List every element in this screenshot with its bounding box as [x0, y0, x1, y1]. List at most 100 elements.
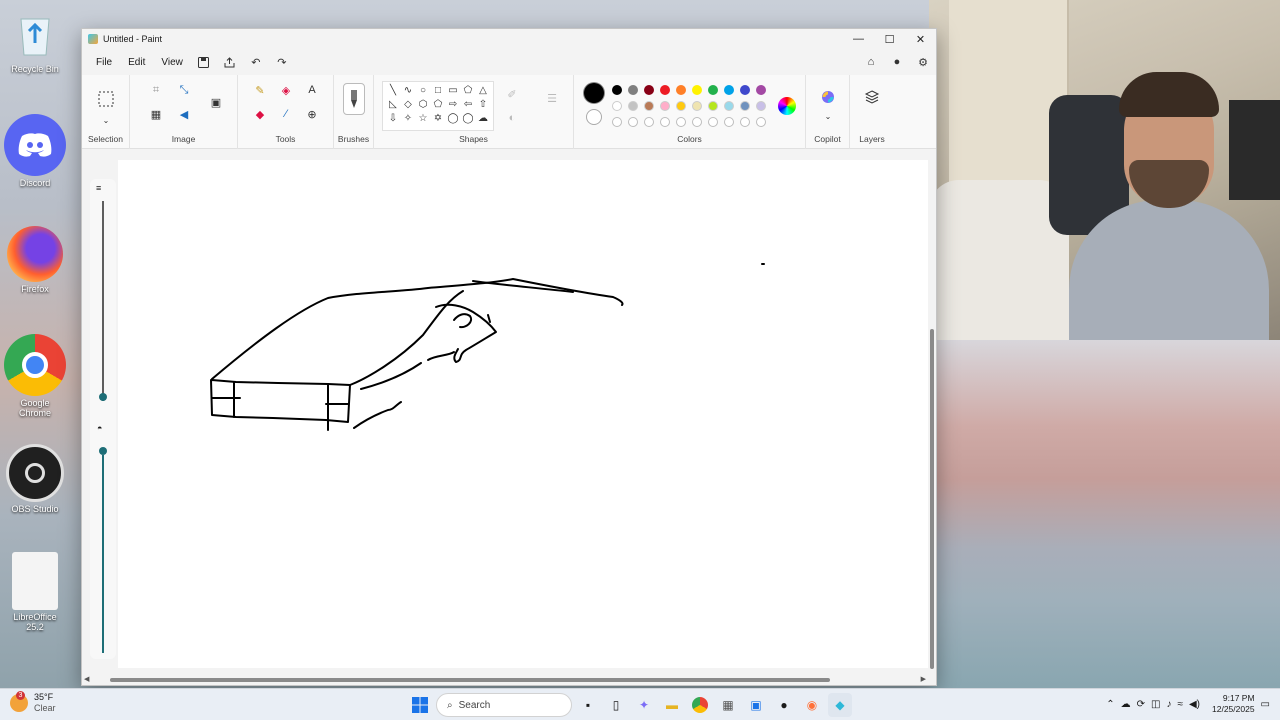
fill-icon[interactable]: ◐: [502, 109, 522, 127]
text-icon[interactable]: A: [302, 81, 322, 99]
task-view-icon[interactable]: ▪: [576, 693, 600, 717]
drawing-canvas[interactable]: [118, 160, 928, 668]
resize-icon[interactable]: ⤡: [174, 81, 194, 99]
palette-swatch[interactable]: [740, 101, 750, 111]
desktop-icon-discord[interactable]: Discord: [4, 114, 66, 188]
shape-item[interactable]: ○: [416, 84, 430, 97]
title-bar[interactable]: Untitled - Paint — ☐ ✕: [82, 29, 936, 49]
desktop-icon-chrome[interactable]: Google Chrome: [4, 334, 66, 418]
taskbar-search[interactable]: ⌕ Search: [436, 693, 572, 717]
palette-swatch[interactable]: [676, 101, 686, 111]
pencil-icon[interactable]: ✎: [250, 81, 270, 99]
camera-icon[interactable]: ◫: [1151, 699, 1160, 710]
copilot-taskbar-icon[interactable]: ✦: [632, 693, 656, 717]
palette-swatch[interactable]: [708, 101, 718, 111]
start-button[interactable]: [408, 693, 432, 717]
brush-size-track[interactable]: [102, 455, 104, 653]
shape-item[interactable]: ◯: [446, 112, 460, 125]
palette-swatch[interactable]: [628, 101, 638, 111]
desktop-icon-obs[interactable]: OBS Studio: [4, 444, 66, 514]
shape-item[interactable]: ⬠: [461, 84, 475, 97]
custom-color-slot[interactable]: [676, 117, 686, 127]
secondary-color-swatch[interactable]: [586, 109, 602, 125]
eraser-icon[interactable]: ◆: [250, 105, 270, 123]
crop-icon[interactable]: ⌗: [146, 81, 166, 99]
save-icon[interactable]: [191, 52, 217, 72]
palette-swatch[interactable]: [660, 85, 670, 95]
custom-color-slot[interactable]: [692, 117, 702, 127]
file-explorer-icon[interactable]: ▬: [660, 693, 684, 717]
palette-swatch[interactable]: [756, 101, 766, 111]
palette-swatch[interactable]: [676, 85, 686, 95]
custom-color-slot[interactable]: [708, 117, 718, 127]
palette-swatch[interactable]: [692, 101, 702, 111]
clock[interactable]: 9:17 PM 12/25/2025: [1212, 693, 1255, 715]
zoom-slider-track[interactable]: [102, 201, 104, 401]
settings-gear-icon[interactable]: ⚙: [910, 52, 936, 72]
select-all-icon[interactable]: ▦: [146, 105, 166, 123]
shape-item[interactable]: □: [431, 84, 445, 97]
horizontal-scrollbar[interactable]: ◀ ▶: [82, 675, 936, 685]
custom-color-slot[interactable]: [756, 117, 766, 127]
chrome-taskbar-icon[interactable]: [688, 693, 712, 717]
obs-taskbar-icon[interactable]: ●: [772, 693, 796, 717]
palette-swatch[interactable]: [660, 101, 670, 111]
shape-item[interactable]: ╲: [386, 84, 400, 97]
shape-item[interactable]: ∿: [401, 84, 415, 97]
custom-color-slot[interactable]: [644, 117, 654, 127]
shapes-gallery[interactable]: ╲ ∿ ○ □ ▭ ⬠ △ ◺ ◇ ⬡ ⬠ ⇨ ⇦ ⇧ ⇩ ✧ ☆ ✡ ◯ ◯ ☁: [382, 81, 494, 131]
shape-item[interactable]: ⬠: [431, 98, 445, 111]
palette-swatch[interactable]: [756, 85, 766, 95]
editor-icon[interactable]: ▣: [744, 693, 768, 717]
shape-item[interactable]: ⇩: [386, 112, 400, 125]
shape-item[interactable]: ⬡: [416, 98, 430, 111]
calculator-icon[interactable]: ▦: [716, 693, 740, 717]
copilot-dropdown-icon[interactable]: ⌄: [818, 107, 838, 125]
desktop-icon-libreoffice[interactable]: LibreOffice 25.2: [4, 552, 66, 632]
magnifier-icon[interactable]: ⊕: [302, 105, 322, 123]
close-button[interactable]: ✕: [905, 29, 936, 49]
feedback-icon[interactable]: ⌂: [858, 52, 884, 72]
undo-icon[interactable]: ↶: [243, 52, 269, 72]
shape-item[interactable]: ◯: [461, 112, 475, 125]
menu-view[interactable]: View: [153, 53, 191, 72]
edit-colors-icon[interactable]: [778, 97, 796, 115]
sync-icon[interactable]: ⟳: [1137, 699, 1145, 710]
custom-color-slot[interactable]: [660, 117, 670, 127]
weather-widget[interactable]: 3 35°F Clear: [10, 691, 56, 714]
onedrive-icon[interactable]: ☁: [1121, 699, 1131, 710]
vertical-scrollbar[interactable]: [928, 169, 936, 685]
menu-edit[interactable]: Edit: [120, 53, 153, 72]
shape-item[interactable]: ⇧: [476, 98, 490, 111]
palette-swatch[interactable]: [708, 85, 718, 95]
selection-dropdown-icon[interactable]: ⌄: [96, 111, 116, 129]
palette-swatch[interactable]: [644, 101, 654, 111]
wifi-icon[interactable]: ≈: [1177, 699, 1183, 710]
volume-icon[interactable]: ◀): [1189, 699, 1200, 710]
shape-item[interactable]: ⇦: [461, 98, 475, 111]
notification-icon[interactable]: ▭: [1261, 699, 1270, 710]
desktop-icon-firefox[interactable]: Firefox: [4, 226, 66, 294]
shape-item[interactable]: ☁: [476, 112, 490, 125]
microphone-icon[interactable]: ♪: [1166, 699, 1171, 710]
shape-item[interactable]: ▭: [446, 84, 460, 97]
color-picker-icon[interactable]: ⁄: [276, 105, 296, 123]
outline-icon[interactable]: ✐: [502, 85, 522, 103]
size-icon[interactable]: ☰: [542, 89, 562, 107]
palette-swatch[interactable]: [612, 101, 622, 111]
palette-swatch[interactable]: [740, 85, 750, 95]
menu-file[interactable]: File: [88, 53, 120, 72]
share-icon[interactable]: [217, 52, 243, 72]
palette-swatch[interactable]: [692, 85, 702, 95]
layers-icon[interactable]: [862, 87, 882, 107]
custom-color-slot[interactable]: [612, 117, 622, 127]
shape-item[interactable]: ⇨: [446, 98, 460, 111]
chevron-up-icon[interactable]: ⌃: [1106, 699, 1114, 710]
palette-swatch[interactable]: [724, 101, 734, 111]
maximize-button[interactable]: ☐: [874, 29, 905, 49]
firefox-taskbar-icon[interactable]: ◉: [800, 693, 824, 717]
selection-rectangle-icon[interactable]: [96, 89, 116, 109]
brush-size-thumb[interactable]: [99, 447, 107, 455]
shape-item[interactable]: ☆: [416, 112, 430, 125]
shape-item[interactable]: ◺: [386, 98, 400, 111]
